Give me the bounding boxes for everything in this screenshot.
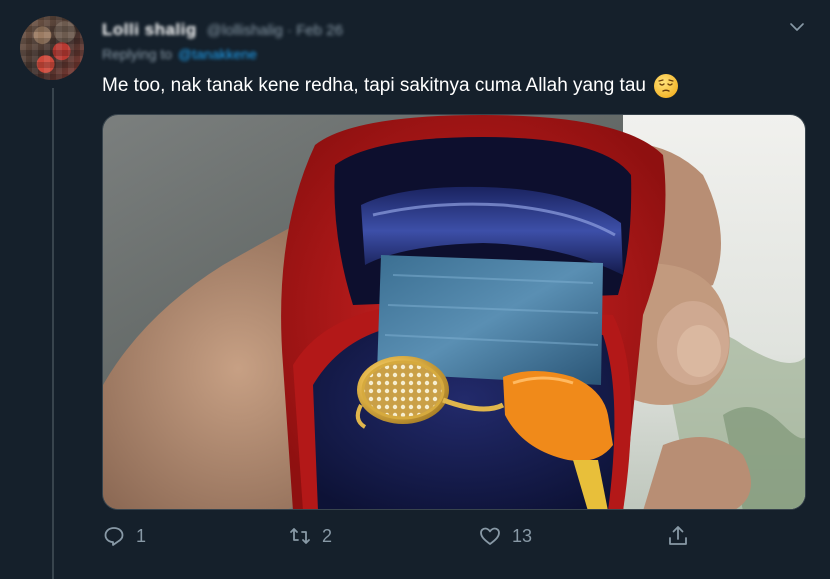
retweet-button[interactable]: 2: [288, 524, 332, 548]
like-icon: [480, 527, 500, 545]
tweet-media-photo[interactable]: [102, 114, 806, 510]
reply-icon: [104, 527, 124, 546]
reply-count: 1: [136, 525, 147, 546]
reply-mention-link[interactable]: @tanakkene: [178, 46, 257, 62]
tweet-header: Lolli shalig @lollishalig · Feb 26: [102, 18, 343, 42]
more-options-button[interactable]: [786, 16, 808, 38]
avatar[interactable]: [20, 16, 84, 80]
reply-button[interactable]: 1: [102, 524, 146, 548]
share-icon: [669, 526, 687, 545]
pensive-face-emoji: [653, 74, 678, 98]
thread-connector-line: [52, 88, 54, 579]
like-button[interactable]: 13: [478, 524, 532, 548]
tweet-action-bar: 1 2 13: [102, 524, 702, 556]
retweet-count: 2: [322, 525, 333, 546]
share-button[interactable]: [666, 524, 690, 548]
display-name[interactable]: Lolli shalig: [102, 20, 197, 40]
replying-to-line: Replying to @tanakkene: [102, 46, 257, 62]
replying-to-label: Replying to: [102, 46, 173, 62]
tweet-text: Me too, nak tanak kene redha, tapi sakit…: [102, 75, 646, 96]
chevron-down-icon: [790, 23, 804, 31]
ring-box-photo: [103, 115, 805, 509]
like-count: 13: [512, 525, 533, 546]
tweet-body: Me too, nak tanak kene redha, tapi sakit…: [102, 74, 678, 98]
handle-and-timestamp[interactable]: @lollishalig · Feb 26: [207, 22, 343, 39]
retweet-icon: [290, 528, 310, 544]
